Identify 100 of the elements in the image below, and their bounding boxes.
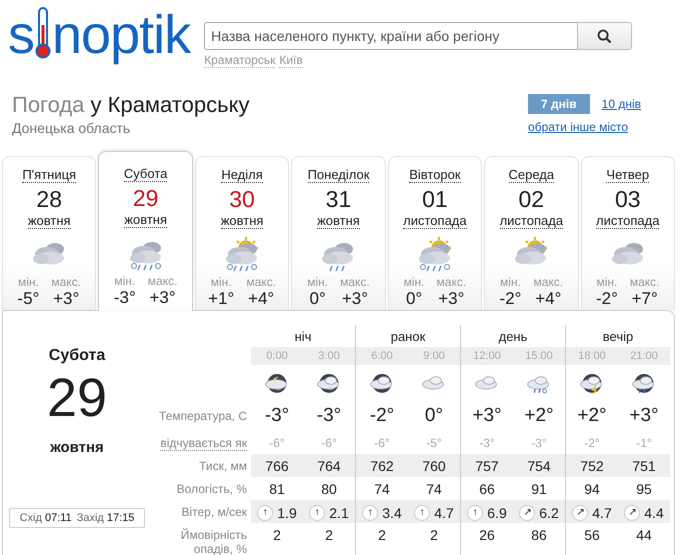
min-temperature: -5° [17,289,40,309]
day-tab[interactable]: Вівторок 01 листопада мін. 0° макс. +3° [388,156,482,310]
detail-weekday: Субота [48,347,106,365]
pressure-value: 766 [265,458,289,474]
month-text: жовтня [317,213,360,229]
temperature-value: -3° [264,405,290,426]
weekday-text: Середа [508,167,554,183]
humidity-label: Вологість, % [176,482,247,496]
max-temperature: +4° [248,289,274,309]
max-label: макс. [246,275,276,289]
pressure-value: 760 [422,458,446,474]
temperature-value: 0° [424,405,444,426]
humidity-value: 80 [321,480,337,496]
min-temperature: -2° [596,289,618,309]
feels-like-value: -2° [584,436,600,450]
period-heading: ніч [294,328,312,344]
max-temperature: +3° [53,289,80,309]
min-label: мін. [307,275,328,289]
feels-like-value: -6° [269,436,285,450]
precipitation-value: 44 [636,527,652,543]
wind-direction-icon: ↑ [414,505,430,521]
detail-month: жовтня [50,439,104,456]
feels-like-value: -6° [321,436,337,450]
wind-speed: 6.2 [539,505,559,521]
time-text: 15:00 [525,350,553,362]
temperature-value: +3° [629,405,659,426]
temperature-value: -2° [370,405,394,426]
weekday-text: Неділя [221,167,263,183]
period-heading: вечір [602,328,634,344]
search-field[interactable]: Назва населеного пункту, країни або регіону [204,22,578,50]
wind-speed: 4.4 [644,505,664,521]
min-label: мін. [210,275,232,289]
wind-direction-icon: ↗ [572,505,588,521]
wind-direction-icon: ↑ [257,505,274,521]
weekday-text: П'ятниця [22,167,76,183]
time-text: 9:00 [423,350,445,362]
pressure-value: 764 [317,458,341,474]
region-text: Донецька область [12,120,132,136]
date-number: 28 [36,186,62,213]
weekday-text: Понеділок [308,167,370,183]
humidity-value: 66 [479,480,495,496]
min-label: мін. [500,275,521,289]
humidity-value: 74 [374,480,390,496]
month-text: жовтня [124,212,167,228]
weekday-text: Субота [124,166,168,182]
date-number: 01 [422,186,448,213]
wind-direction-icon: ↑ [467,505,484,521]
feels-like-value: -1° [636,436,652,450]
day-tab[interactable]: Субота 29 жовтня мін. -3° макс. +3° [98,151,193,311]
range-tab[interactable]: 10 днів [602,95,641,113]
time-text: 0:00 [266,350,288,362]
precipitation-value: 26 [479,527,495,543]
feels-like-value: -3° [531,436,547,450]
humidity-value: 94 [584,480,600,496]
feels-like-value: -5° [426,436,442,450]
wind-direction-icon: ↗ [519,505,536,521]
day-tab[interactable]: Понеділок 31 жовтня мін. 0° макс. +3° [291,156,386,310]
month-text: листопада [500,213,564,229]
pressure-value: 751 [632,458,656,474]
precipitation-value: 2 [430,527,438,543]
max-temperature: +7° [632,289,658,309]
day-tab[interactable]: Неділя 30 жовтня мін. +1° макс. +4° [194,156,290,310]
feels-like-label: відчувається як [160,436,247,450]
humidity-value: 81 [269,480,285,496]
feels-like-value: -3° [479,436,495,450]
wind-label: Вітер, м/сек [181,504,247,518]
period-heading: ранок [390,328,426,344]
precipitation-value: 2 [325,527,333,543]
date-number: 02 [518,186,544,213]
wind-direction-icon: ↑ [362,505,378,521]
wind-speed: 6.9 [487,505,507,521]
sunset-text: Захід 17:15 [76,512,134,524]
time-text: 6:00 [371,350,393,362]
day-tab[interactable]: Середа 02 листопада мін. -2° макс. +4° [484,156,579,310]
max-label: макс. [51,275,81,289]
wind-speed: 4.7 [592,505,612,521]
temperature-value: -3° [316,405,342,426]
sunrise-text: Схід 07:11 [20,512,72,524]
weekday-text: Вівторок [409,167,461,183]
day-tab[interactable]: Четвер 03 листопада мін. -2° макс. +7° [580,156,675,310]
logo-text[interactable]: s [8,8,34,64]
temperature-value: +2° [524,405,554,426]
precipitation-value: 86 [531,527,547,543]
max-label: макс. [630,275,660,289]
precipitation-value: 56 [584,527,600,543]
max-label: макс. [533,275,564,289]
day-tab[interactable]: П'ятниця 28 жовтня мін. -5° макс. +3° [2,156,96,310]
time-text: 12:00 [473,350,501,362]
date-number: 03 [614,186,641,213]
thermometer-icon [35,7,51,59]
month-text: листопада [596,213,660,229]
min-label: мін. [404,275,425,289]
change-city-link[interactable]: обрати інше місто [528,120,641,134]
min-temperature: +1° [208,289,234,309]
max-temperature: +3° [438,289,464,309]
logo-text[interactable]: noptik [52,8,190,64]
wind-speed: 1.9 [277,505,297,521]
wind-speed: 3.4 [382,505,402,521]
search-button[interactable] [577,22,632,50]
month-text: жовтня [28,213,71,229]
